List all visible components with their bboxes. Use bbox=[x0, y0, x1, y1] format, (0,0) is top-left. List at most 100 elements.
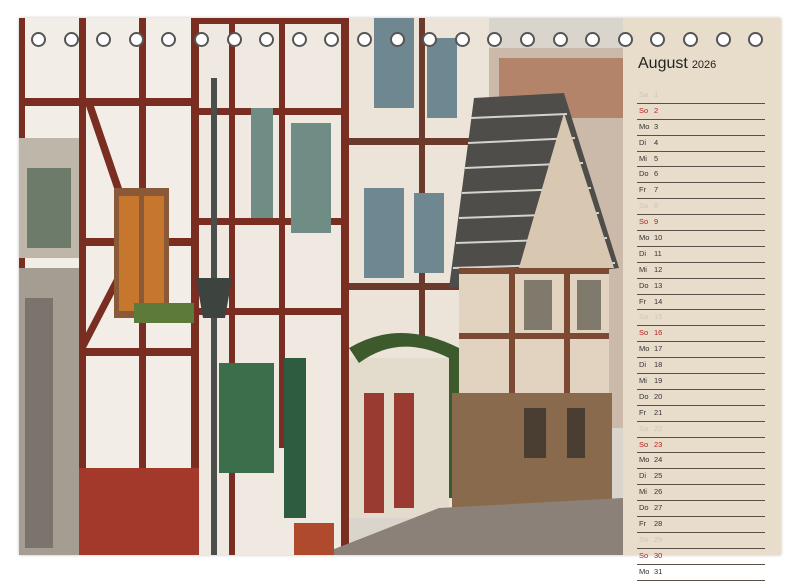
weekday-label: Mi bbox=[639, 487, 647, 497]
day-row: Mo 31 bbox=[637, 565, 765, 581]
binding-ring bbox=[748, 32, 764, 47]
day-number: 27 bbox=[654, 503, 663, 513]
weekday-label: Mo bbox=[639, 455, 650, 465]
day-row: Mi 5 bbox=[637, 152, 765, 168]
weekday-label: Fr bbox=[639, 407, 647, 417]
weekday-label: Di bbox=[639, 471, 647, 481]
day-number: 26 bbox=[654, 487, 663, 497]
day-row: Mo 10 bbox=[637, 231, 765, 247]
day-number: 30 bbox=[654, 550, 663, 560]
day-row: Di 11 bbox=[637, 247, 765, 263]
binding-ring bbox=[683, 32, 698, 47]
weekday-label: Fr bbox=[639, 519, 647, 529]
day-number: 5 bbox=[654, 153, 659, 163]
day-number: 13 bbox=[654, 280, 663, 290]
binding-ring bbox=[715, 32, 731, 47]
day-row: Mi 26 bbox=[637, 485, 765, 502]
weekday-label: Sa bbox=[639, 201, 649, 211]
day-row: Do 6 bbox=[637, 167, 765, 184]
day-number: 28 bbox=[654, 519, 663, 529]
binding-ring bbox=[650, 32, 666, 47]
day-row: Do 20 bbox=[637, 390, 765, 406]
binding-ring bbox=[161, 32, 177, 47]
day-number: 29 bbox=[654, 534, 663, 544]
day-number: 25 bbox=[654, 471, 663, 481]
day-row: Mo 24 bbox=[637, 453, 765, 470]
weekday-label: Mi bbox=[639, 376, 647, 386]
day-row: So 30 bbox=[637, 549, 765, 565]
binding-ring bbox=[259, 32, 275, 47]
weekday-label: Sa bbox=[639, 423, 649, 433]
binding-ring bbox=[31, 32, 46, 47]
weekday-label: Di bbox=[639, 248, 647, 258]
day-list: Sa 1 So 2 Mo 3 Di 4 Mi 5 Do 6 Fr 7 Sa 8 So 9 Mo 10 Di 11 Mi 12 D… bbox=[637, 88, 765, 581]
weekday-label: Do bbox=[639, 169, 649, 179]
binding-ring bbox=[487, 32, 503, 47]
day-row: Sa 15 bbox=[637, 310, 765, 327]
day-row: Sa 22 bbox=[637, 422, 765, 438]
weekday-label: Do bbox=[639, 391, 649, 401]
day-number: 8 bbox=[654, 201, 659, 211]
day-row: Fr 28 bbox=[637, 517, 765, 533]
binding-ring bbox=[389, 32, 405, 47]
day-row: Sa 29 bbox=[637, 533, 765, 549]
photo-illustration bbox=[19, 18, 623, 555]
binding-ring bbox=[520, 32, 535, 47]
day-row: So 16 bbox=[637, 326, 765, 343]
day-row: So 23 bbox=[637, 438, 765, 454]
day-number: 20 bbox=[654, 391, 663, 401]
day-number: 3 bbox=[654, 121, 659, 131]
weekday-label: So bbox=[639, 105, 649, 115]
day-row: Mi 19 bbox=[637, 374, 765, 390]
weekday-label: Mi bbox=[639, 264, 647, 274]
binding-ring bbox=[585, 32, 601, 47]
binding-ring bbox=[63, 32, 79, 47]
weekday-label: Mo bbox=[639, 566, 650, 576]
weekday-label: Fr bbox=[639, 185, 647, 195]
binding-ring bbox=[617, 32, 633, 47]
weekday-label: Do bbox=[639, 280, 649, 290]
weekday-label: Do bbox=[639, 503, 649, 513]
day-row: Di 4 bbox=[637, 136, 765, 152]
day-number: 15 bbox=[654, 312, 663, 322]
day-number: 19 bbox=[654, 376, 663, 386]
weekday-label: Sa bbox=[639, 312, 649, 322]
day-row: Sa 1 bbox=[637, 88, 765, 104]
day-number: 7 bbox=[654, 185, 659, 195]
weekday-label: Fr bbox=[639, 296, 647, 306]
day-row: Sa 8 bbox=[637, 199, 765, 216]
weekday-label: Mo bbox=[639, 233, 650, 243]
day-number: 17 bbox=[654, 344, 663, 354]
day-row: Do 27 bbox=[637, 501, 765, 518]
binding-ring bbox=[324, 32, 340, 47]
calendar-page: August 2026 Sa 1 So 2 Mo 3 Di 4 Mi 5 Do 6 Fr 7 Sa 8 So 9 Mo… bbox=[19, 18, 781, 581]
day-number: 23 bbox=[654, 439, 663, 449]
binding-ring bbox=[422, 32, 438, 47]
day-row: So 9 bbox=[637, 215, 765, 232]
day-number: 21 bbox=[654, 407, 663, 417]
day-row: Mi 12 bbox=[637, 263, 765, 279]
spiral-binding bbox=[31, 32, 791, 48]
weekday-label: Mo bbox=[639, 121, 650, 131]
day-number: 6 bbox=[654, 169, 659, 179]
day-row: Mo 17 bbox=[637, 342, 765, 359]
weekday-label: So bbox=[639, 550, 649, 560]
day-row: Mo 3 bbox=[637, 120, 765, 136]
day-number: 4 bbox=[654, 137, 659, 147]
weekday-label: So bbox=[639, 217, 649, 227]
day-row: Fr 7 bbox=[637, 183, 765, 200]
day-number: 24 bbox=[654, 455, 663, 465]
weekday-label: So bbox=[639, 439, 649, 449]
weekday-label: Di bbox=[639, 137, 647, 147]
binding-ring bbox=[552, 32, 568, 47]
day-number: 11 bbox=[654, 248, 662, 258]
weekday-label: Sa bbox=[639, 534, 649, 544]
day-row: Fr 14 bbox=[637, 295, 765, 311]
year-label: 2026 bbox=[691, 59, 717, 71]
binding-ring bbox=[454, 32, 470, 47]
day-number: 2 bbox=[654, 105, 659, 115]
day-number: 9 bbox=[654, 217, 659, 227]
binding-ring bbox=[128, 32, 144, 47]
day-number: 16 bbox=[654, 328, 663, 338]
binding-ring bbox=[194, 32, 209, 47]
